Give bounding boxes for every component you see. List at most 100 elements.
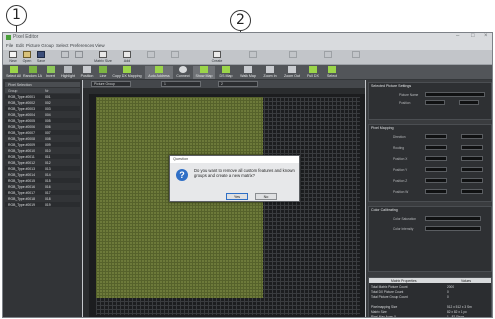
dialog-no-button[interactable]: No (255, 193, 277, 200)
pixel-mapping-title: Pixel Mapping (371, 126, 394, 130)
pixel-list-group-cell: RGB_Type #0001 (8, 94, 35, 99)
minimize-button[interactable]: – (456, 33, 459, 39)
zoom-in-button[interactable]: Zoom In (260, 66, 280, 79)
pixel-mapping-field-input-2[interactable] (461, 167, 483, 172)
pixel-list-row[interactable]: RGB_Type #0002 002 (5, 100, 80, 105)
fill-button[interactable] (246, 51, 260, 64)
color-saturation-input[interactable] (425, 216, 481, 221)
position-y-input[interactable] (459, 100, 479, 105)
walk-map-button[interactable]: Walk Map (237, 66, 259, 79)
pixel-list-row[interactable]: RGB_Type #0013 013 (5, 166, 80, 171)
pixel-list-row[interactable]: RGB_Type #0009 009 (5, 142, 80, 147)
zoom-out-button[interactable]: Zoom Out (281, 66, 303, 79)
pixel-list-row[interactable]: RGB_Type #0018 018 (5, 196, 80, 201)
pixel-mapping-field-input[interactable] (425, 156, 447, 161)
show-map-button[interactable]: Show Map (193, 66, 215, 79)
channel-select[interactable]: 2 (218, 81, 258, 87)
matrix-property-value: 0 (447, 289, 449, 294)
pixel-list-row[interactable]: RGB_Type #0017 017 (5, 190, 80, 195)
pixel-list-row[interactable]: RGB_Type #0016 016 (5, 184, 80, 189)
add-label: Add (123, 59, 131, 63)
pixel-list-row[interactable]: RGB_Type #0014 014 (5, 172, 80, 177)
column-nr[interactable]: Nr (45, 89, 49, 93)
layer-select[interactable]: 1 (161, 81, 201, 87)
pixel-mapping-field-input[interactable] (425, 189, 447, 194)
menu-file[interactable]: File (6, 43, 13, 48)
maximize-button[interactable]: □ (471, 33, 475, 39)
toolbar-disabled-button-3[interactable] (321, 51, 335, 64)
pixel-mapping-field-input-2[interactable] (461, 189, 483, 194)
toolbar-undo-button[interactable] (58, 51, 72, 64)
pixel-mapping-field-input[interactable] (425, 167, 447, 172)
pixel-mapping-field-input-2[interactable] (461, 134, 483, 139)
delete-button[interactable] (168, 51, 182, 64)
pixel-list-row[interactable]: RGB_Type #0006 006 (5, 124, 80, 129)
dialog-yes-button[interactable]: Yes (226, 193, 248, 200)
highlight-button[interactable]: Highlight (59, 66, 77, 79)
matrix-size-button[interactable]: Matrix Size (94, 51, 112, 64)
toolbar-disabled-button-2[interactable] (286, 51, 300, 64)
full-dx-button[interactable]: Full DX (304, 66, 322, 79)
menu-preferences[interactable]: Preferences (70, 43, 94, 48)
disabled-icon (352, 51, 360, 58)
pixel-list-row[interactable]: RGB_Type #0010 010 (5, 148, 80, 153)
connect-label: Connect (176, 74, 190, 78)
menu-picture-group[interactable]: Picture Group (26, 43, 54, 48)
invert-button[interactable]: Invert (43, 66, 58, 79)
menu-select[interactable]: Select (56, 43, 69, 48)
ds-map-button[interactable]: DS Map (216, 66, 236, 79)
walk-map-icon (244, 66, 252, 73)
matrix-property-value: 512 x 512 x 3 Sm (447, 304, 472, 309)
pixel-list-group-cell: RGB_Type #0011 (8, 154, 35, 159)
pixel-list-row[interactable]: RGB_Type #0019 019 (5, 202, 80, 207)
auto-address-button[interactable]: Auto Address (145, 66, 173, 79)
auto-address-icon (155, 66, 163, 73)
pixel-list-row[interactable]: RGB_Type #0001 001 (5, 94, 80, 99)
color-intensity-input[interactable] (425, 226, 481, 231)
copy-dx-mapping-button[interactable]: Copy DX Mapping (110, 66, 144, 79)
pixel-mapping-field-input[interactable] (425, 145, 447, 150)
add-button[interactable]: Add (120, 51, 134, 64)
pixel-list-row[interactable]: RGB_Type #0003 003 (5, 106, 80, 111)
pixel-list-row[interactable]: RGB_Type #0005 005 (5, 118, 80, 123)
select-label: Select (327, 74, 337, 78)
menu-view[interactable]: View (95, 43, 105, 48)
create-button[interactable]: Create (210, 51, 224, 64)
pixel-mapping-field-input[interactable] (425, 178, 447, 183)
position-x-input[interactable] (425, 100, 445, 105)
pixel-list-group-cell: RGB_Type #0015 (8, 178, 35, 183)
picture-name-input[interactable] (425, 92, 485, 97)
redo-icon (75, 51, 83, 58)
toolbar-disabled-button-1[interactable] (144, 51, 158, 64)
save-button[interactable]: Save (34, 51, 48, 64)
position-label: Position (399, 101, 411, 105)
pixel-list-row[interactable]: RGB_Type #0012 012 (5, 160, 80, 165)
toolbar-disabled-button-4[interactable] (349, 51, 363, 64)
pixel-mapping-field-input-2[interactable] (461, 178, 483, 183)
pixel-mapping-field-label: Position Y (393, 168, 408, 172)
picture-group-select[interactable]: Picture Group (91, 81, 131, 87)
connect-button[interactable]: Connect (174, 66, 192, 79)
close-button[interactable]: × (484, 33, 488, 39)
picture-settings-title: Selected Picture Settings (371, 84, 412, 88)
pixel-mapping-field-input[interactable] (425, 134, 447, 139)
column-group[interactable]: Group (8, 89, 17, 93)
pixel-mapping-field-input-2[interactable] (461, 156, 483, 161)
pixel-list-group-cell: RGB_Type #0013 (8, 166, 35, 171)
select-all-button[interactable]: Select All (5, 66, 22, 79)
pixel-mapping-field-input-2[interactable] (461, 145, 483, 150)
select-button[interactable]: Select (323, 66, 341, 79)
pixel-list-nr-cell: 007 (45, 130, 51, 135)
pixel-list-row[interactable]: RGB_Type #0008 008 (5, 136, 80, 141)
pixel-list-row[interactable]: RGB_Type #0007 007 (5, 130, 80, 135)
menu-edit[interactable]: Edit (16, 43, 24, 48)
pixel-list-row[interactable]: RGB_Type #0015 015 (5, 178, 80, 183)
line-icon (99, 66, 107, 73)
toolbar-redo-button[interactable] (72, 51, 86, 64)
line-button[interactable]: Line (97, 66, 109, 79)
random-button[interactable]: Random 1A (23, 66, 42, 79)
pixel-list-row[interactable]: RGB_Type #0011 011 (5, 154, 80, 159)
pixel-list-nr-cell: 012 (45, 160, 51, 165)
position-button[interactable]: Position (78, 66, 96, 79)
pixel-list-row[interactable]: RGB_Type #0004 004 (5, 112, 80, 117)
